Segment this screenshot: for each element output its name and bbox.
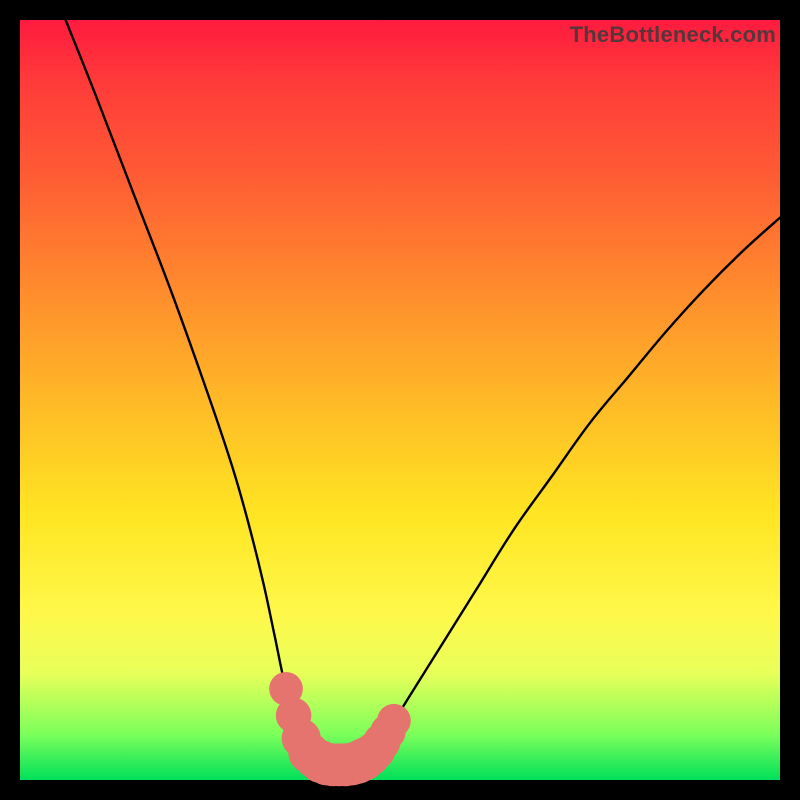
chart-frame: TheBottleneck.com xyxy=(0,0,800,800)
plot-area: TheBottleneck.com xyxy=(20,20,780,780)
bottleneck-curve xyxy=(66,20,780,765)
curve-svg xyxy=(20,20,780,780)
flat-bottom-markers xyxy=(269,672,411,786)
curve-marker xyxy=(377,704,411,738)
